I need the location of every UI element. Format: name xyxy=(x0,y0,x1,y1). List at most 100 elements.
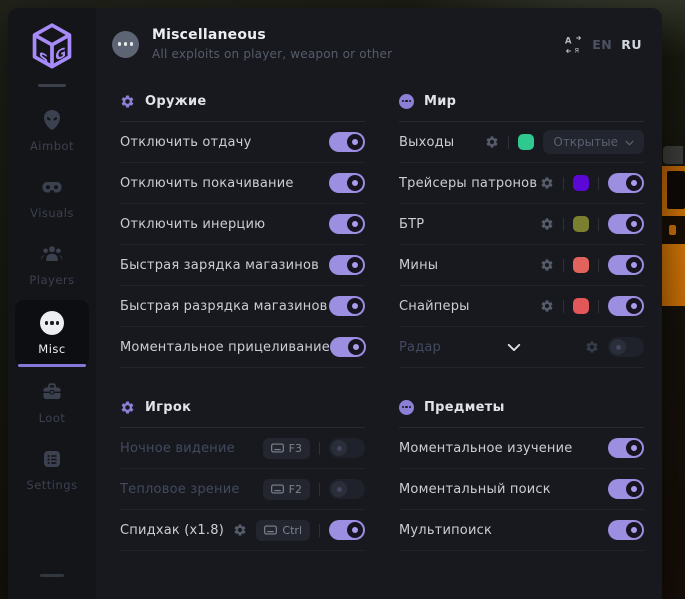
setting-label: Радар xyxy=(399,340,441,355)
dropdown-select[interactable]: Открытые xyxy=(543,130,644,154)
gear-icon[interactable] xyxy=(540,299,554,313)
toggle-switch[interactable] xyxy=(608,337,644,357)
sidebar-item-loot[interactable]: Loot xyxy=(8,369,96,436)
setting-row: Отключить отдачу xyxy=(120,122,365,163)
svg-text:я: я xyxy=(575,45,580,54)
sidebar-item-label: Settings xyxy=(26,478,77,492)
setting-label: Спидхак (x1.8) xyxy=(120,523,224,538)
section-header: Предметы xyxy=(399,398,644,416)
section-header: Оружие xyxy=(120,92,365,110)
setting-row: Спидхак (x1.8) Ctrl xyxy=(120,510,365,551)
setting-row: Быстрая разрядка магазинов xyxy=(120,286,365,327)
toggle-switch[interactable] xyxy=(329,214,365,234)
svg-text:A: A xyxy=(565,36,572,46)
gear-icon[interactable] xyxy=(540,176,554,190)
toggle-switch[interactable] xyxy=(608,479,644,499)
row-controls xyxy=(608,520,644,540)
lang-ru-button[interactable]: RU xyxy=(621,37,642,52)
setting-label: Быстрая зарядка магазинов xyxy=(120,258,319,273)
sidebar-item-misc[interactable]: Misc xyxy=(15,300,89,367)
sidebar-item-label: Misc xyxy=(38,342,65,356)
sidebar-item-aimbot[interactable]: Aimbot xyxy=(8,97,96,164)
setting-row: Ночное видение F3 xyxy=(120,428,365,469)
control-divider xyxy=(598,300,599,313)
gear-icon[interactable] xyxy=(585,340,599,354)
setting-label: Мультипоиск xyxy=(399,523,492,538)
toggle-switch[interactable] xyxy=(330,337,366,357)
section-items: Предметы Моментальное изучение Моменталь… xyxy=(399,398,644,551)
ellipsis-icon xyxy=(40,311,64,335)
setting-row: Моментальное прицеливание xyxy=(120,327,365,368)
row-controls xyxy=(329,132,365,152)
hotkey-badge[interactable]: F2 xyxy=(263,479,310,500)
sidebar-item-label: Loot xyxy=(39,411,66,425)
misc-ellipsis-icon xyxy=(112,31,139,58)
toggle-switch[interactable] xyxy=(329,132,365,152)
lang-en-button[interactable]: EN xyxy=(592,37,612,52)
setting-row: Отключить инерцию xyxy=(120,204,365,245)
toggle-switch[interactable] xyxy=(608,173,644,193)
setting-row: Моментальное изучение xyxy=(399,428,644,469)
left-column: Оружие Отключить отдачу Отключить покачи… xyxy=(120,78,365,599)
setting-row: Тепловое зрение F2 xyxy=(120,469,365,510)
setting-label: Моментальное прицеливание xyxy=(120,340,330,355)
color-swatch[interactable] xyxy=(573,257,589,273)
gear-icon[interactable] xyxy=(485,135,499,149)
toggle-switch[interactable] xyxy=(329,520,365,540)
setting-label: Отключить отдачу xyxy=(120,135,251,150)
toggle-switch[interactable] xyxy=(608,255,644,275)
toggle-switch[interactable] xyxy=(329,296,365,316)
app-logo-sg-cube: S G xyxy=(30,23,74,71)
sidebar-item-label: Visuals xyxy=(30,206,74,220)
setting-label: Моментальное изучение xyxy=(399,441,572,456)
control-divider xyxy=(319,524,320,537)
sidebar: S G Aimbot Visuals Players Misc Loot Set… xyxy=(8,8,96,599)
control-divider xyxy=(563,300,564,313)
row-controls xyxy=(329,173,365,193)
control-divider xyxy=(563,259,564,272)
setting-row: Мультипоиск xyxy=(399,510,644,551)
toggle-switch[interactable] xyxy=(329,438,365,458)
control-divider xyxy=(319,483,320,496)
control-divider xyxy=(598,259,599,272)
row-controls: F2 xyxy=(263,479,365,500)
toggle-switch[interactable] xyxy=(608,520,644,540)
keyboard-icon xyxy=(271,443,284,453)
toggle-switch[interactable] xyxy=(329,173,365,193)
gear-icon xyxy=(120,400,135,415)
svg-text:S: S xyxy=(39,49,48,68)
sidebar-item-settings[interactable]: Settings xyxy=(8,436,96,503)
color-swatch[interactable] xyxy=(573,298,589,314)
control-divider xyxy=(319,442,320,455)
gear-icon[interactable] xyxy=(540,217,554,231)
section-header: Мир xyxy=(399,92,644,110)
setting-label: Отключить инерцию xyxy=(120,217,265,232)
sidebar-item-players[interactable]: Players xyxy=(8,231,96,298)
hotkey-badge[interactable]: F3 xyxy=(263,438,310,459)
toggle-switch[interactable] xyxy=(329,479,365,499)
toggle-switch[interactable] xyxy=(608,296,644,316)
expand-chevron-icon[interactable] xyxy=(507,343,521,352)
app-window: S G Aimbot Visuals Players Misc Loot Set… xyxy=(8,8,662,599)
gear-icon[interactable] xyxy=(233,523,247,537)
section-title: Оружие xyxy=(145,94,207,109)
translate-icon: A я xyxy=(564,35,583,54)
toggle-switch[interactable] xyxy=(329,255,365,275)
sidebar-bottom-divider xyxy=(40,574,64,577)
setting-row: Радар xyxy=(399,327,644,368)
section-player: Игрок Ночное видение F3 Тепловое зрение … xyxy=(120,398,365,551)
row-controls xyxy=(585,337,644,357)
row-controls: Открытые xyxy=(485,130,644,154)
toggle-switch[interactable] xyxy=(608,438,644,458)
color-swatch[interactable] xyxy=(518,134,534,150)
setting-label: Трейсеры патронов xyxy=(399,176,537,191)
sidebar-item-visuals[interactable]: Visuals xyxy=(8,164,96,231)
color-swatch[interactable] xyxy=(573,216,589,232)
row-controls: Ctrl xyxy=(233,520,365,541)
setting-row: Быстрая зарядка магазинов xyxy=(120,245,365,286)
color-swatch[interactable] xyxy=(573,175,589,191)
hotkey-badge[interactable]: Ctrl xyxy=(256,520,310,541)
section-header: Игрок xyxy=(120,398,365,416)
toggle-switch[interactable] xyxy=(608,214,644,234)
gear-icon[interactable] xyxy=(540,258,554,272)
